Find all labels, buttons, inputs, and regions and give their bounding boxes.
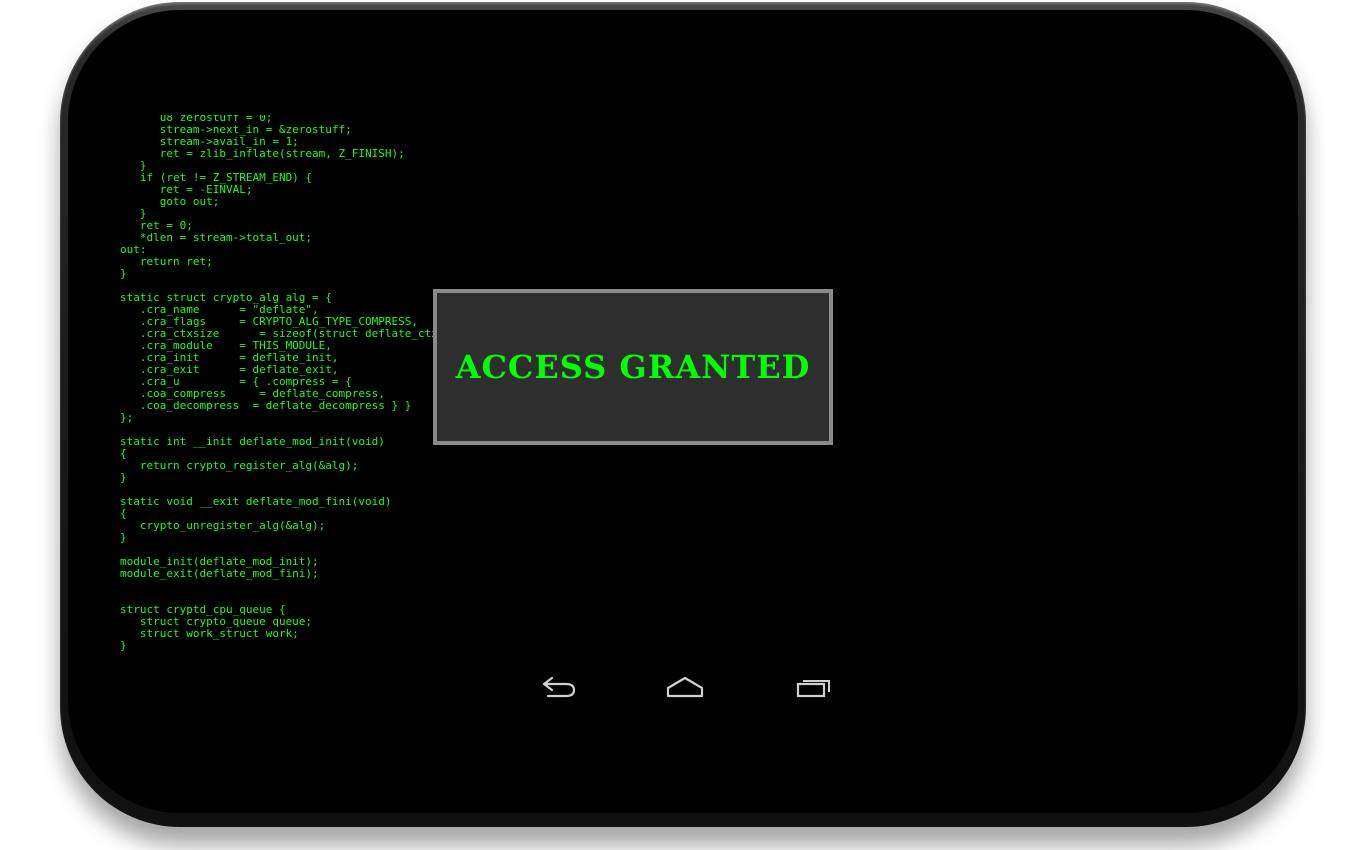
terminal-code: u8 zerostuff = 0; stream->next_in = &zer… [120, 115, 452, 652]
screen: u8 zerostuff = 0; stream->next_in = &zer… [120, 115, 1130, 660]
recent-apps-icon [796, 680, 830, 698]
access-dialog: ACCESS GRANTED [433, 289, 833, 445]
home-icon [666, 676, 704, 698]
home-button[interactable] [663, 672, 707, 702]
back-icon [542, 676, 576, 698]
recent-apps-button[interactable] [792, 672, 836, 702]
access-message: ACCESS GRANTED [455, 348, 811, 386]
navigation-bar [120, 666, 1130, 712]
back-button[interactable] [536, 672, 580, 702]
